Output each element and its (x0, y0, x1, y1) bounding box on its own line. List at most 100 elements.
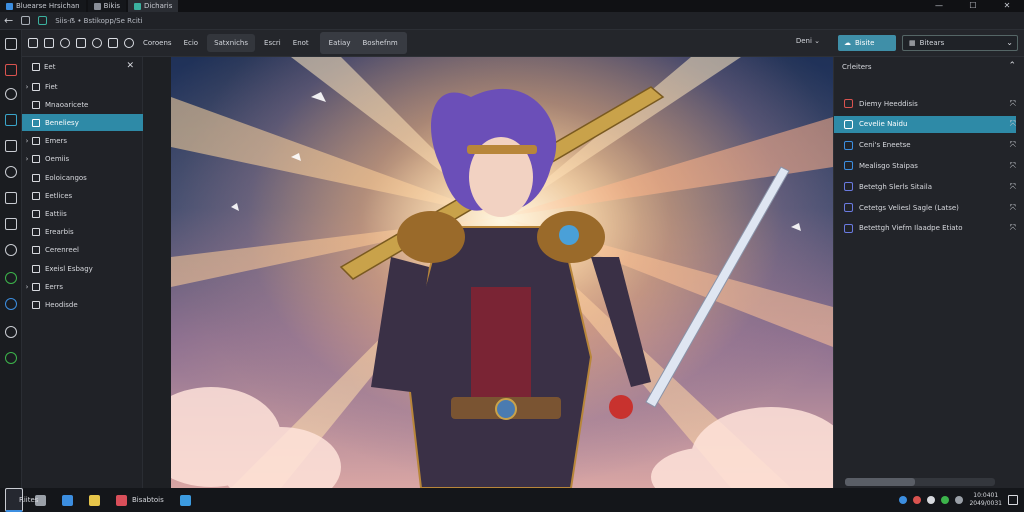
taskbar-app[interactable]: Riites (5, 488, 38, 512)
chart-icon[interactable] (5, 64, 17, 76)
status-tray-icon[interactable] (941, 496, 950, 504)
taskbar-app[interactable] (54, 488, 81, 512)
extension-icon[interactable] (5, 352, 17, 364)
minimize-button[interactable]: — (922, 0, 956, 12)
explorer-item-label: Eoloicangos (45, 173, 87, 182)
compass-icon[interactable] (5, 88, 17, 100)
crop-icon[interactable] (76, 38, 86, 48)
tab-3[interactable]: Dicharis (128, 0, 179, 12)
explorer-item[interactable]: Eattiis (22, 205, 143, 222)
right-panel-item[interactable]: Cevelie Naidu ⤧ (834, 115, 1016, 133)
collapse-icon[interactable]: ⌃ (1008, 61, 1016, 71)
chevron-right-icon[interactable]: › (22, 283, 32, 291)
view-dropdown[interactable]: Deni ⌄ (796, 37, 820, 45)
app-icon (62, 494, 73, 506)
explorer-item[interactable]: › Emers (22, 133, 143, 150)
right-panel-item[interactable]: Cetetgs Veliesl Sagle (Latse) ⤧ (834, 199, 1016, 216)
explorer-item[interactable]: › Fiet (22, 78, 143, 95)
right-panel-title: Crleiters (842, 63, 872, 71)
new-file-icon[interactable] (28, 38, 38, 48)
sync-icon[interactable] (5, 298, 17, 310)
workspace-select[interactable]: ▦ Bitears ⌄ (902, 35, 1018, 51)
image-canvas[interactable] (171, 57, 833, 488)
taskbar-app[interactable] (172, 488, 199, 512)
toolbar-button-2[interactable]: Ecio (181, 36, 202, 50)
scrollbar-thumb[interactable] (845, 478, 915, 486)
expand-icon[interactable]: ⤧ (1010, 140, 1016, 150)
layers-icon[interactable] (5, 114, 17, 126)
chevron-right-icon[interactable]: › (22, 83, 32, 91)
explorer-item-label: Oemiis (45, 155, 70, 164)
right-panel-item-label: Ceni's Eneetse (859, 141, 911, 150)
explorer-item[interactable]: Exeisl Esbagy (22, 260, 143, 277)
explorer-item[interactable]: Heodisde (22, 296, 143, 313)
horizontal-scrollbar[interactable] (845, 478, 995, 486)
network-icon[interactable] (899, 496, 908, 504)
search-icon[interactable] (5, 166, 17, 178)
tab-1[interactable]: Bluearse Hrsichan (0, 0, 86, 12)
expand-icon[interactable]: ⤧ (1010, 203, 1016, 213)
primary-button-label: Bisite (855, 39, 875, 47)
toolbar-button-3[interactable]: Satxnichs (211, 36, 251, 50)
gear-icon[interactable] (60, 38, 70, 48)
item-icon (32, 82, 40, 91)
right-panel-item-label: Betettgh Viefm Ilaadpe Etiato (859, 224, 963, 233)
right-panel-item[interactable]: Diemy Heeddisis ⤧ (834, 95, 1016, 112)
taskbar-app[interactable]: Bisabtois (108, 488, 172, 512)
settings-icon[interactable] (5, 326, 17, 338)
volume-icon[interactable] (955, 496, 964, 504)
taskbar-app[interactable] (81, 488, 108, 512)
explorer-item[interactable]: Erearbis (22, 224, 143, 241)
explorer-item[interactable]: › Eerrs (22, 278, 143, 295)
right-panel-item[interactable]: Ceni's Eneetse ⤧ (834, 137, 1016, 154)
edit-icon[interactable] (5, 192, 17, 204)
explorer-item[interactable]: Mnaoaricete (22, 96, 143, 113)
alert-icon[interactable] (913, 496, 922, 504)
expand-icon[interactable]: ⤧ (1010, 119, 1016, 129)
refresh-icon[interactable] (124, 38, 134, 48)
toolbar-button-4[interactable]: Escri (261, 36, 284, 50)
files-icon[interactable] (5, 38, 17, 50)
scissors-icon[interactable] (5, 218, 17, 230)
page-icon[interactable] (38, 16, 48, 25)
right-panel-item[interactable]: Betettgh Viefm Ilaadpe Etiato ⤧ (834, 220, 1016, 237)
close-button[interactable]: ✕ (990, 0, 1024, 12)
settings-tray-icon[interactable] (927, 496, 936, 504)
toolbar-group-button-1[interactable]: Eatiay (326, 36, 354, 50)
right-panel-item[interactable]: Betetgh Slerls Sitaila ⤧ (834, 178, 1016, 195)
explorer-item[interactable]: Beneliesy (22, 114, 143, 132)
explorer-item[interactable]: › Oemiis (22, 151, 143, 168)
back-arrow-icon[interactable]: ← (4, 14, 13, 27)
clock[interactable]: 10:0401 2049/0031 (969, 492, 1002, 508)
explorer-item[interactable]: Eetlices (22, 187, 143, 204)
chevron-right-icon[interactable]: › (22, 137, 32, 145)
toolbar-button-5[interactable]: Enot (290, 36, 312, 50)
explorer-item[interactable]: Cerenreel (22, 242, 143, 259)
right-panel-item[interactable]: Mealisgo Staipas ⤧ (834, 157, 1016, 174)
primary-button[interactable]: ☁ Bisite (838, 35, 896, 51)
expand-icon[interactable]: ⤧ (1010, 161, 1016, 171)
taskbar: Bisabtois Riites 10:0401 2049/0031 (0, 488, 1024, 512)
toolbar-group-button-2[interactable]: Boshefnm (360, 36, 401, 50)
chat-icon[interactable] (5, 244, 17, 256)
notification-icon[interactable] (1008, 495, 1018, 505)
expand-icon[interactable]: ⤧ (1010, 223, 1016, 233)
copy-icon[interactable] (108, 38, 118, 48)
tab-label: Bikis (103, 2, 120, 10)
item-icon (844, 99, 853, 108)
image-icon[interactable] (5, 140, 17, 152)
maximize-button[interactable]: ☐ (956, 0, 990, 12)
explorer-item[interactable]: Eoloicangos (22, 169, 143, 186)
toolbar-button-1[interactable]: Coroens (140, 36, 175, 50)
expand-icon[interactable]: ⤧ (1010, 99, 1016, 109)
address-text[interactable]: Siis-ẞ • Bstikopp/Se Rciti (55, 17, 142, 25)
duplicate-icon[interactable] (44, 38, 54, 48)
status-green-icon[interactable] (5, 272, 17, 284)
collapse-icon[interactable]: ✕ (126, 61, 134, 71)
item-icon (32, 118, 40, 127)
globe-icon[interactable] (92, 38, 102, 48)
panel-icon[interactable] (21, 16, 31, 25)
tab-2[interactable]: Bikis (87, 0, 126, 12)
expand-icon[interactable]: ⤧ (1010, 182, 1016, 192)
chevron-right-icon[interactable]: › (22, 155, 32, 163)
